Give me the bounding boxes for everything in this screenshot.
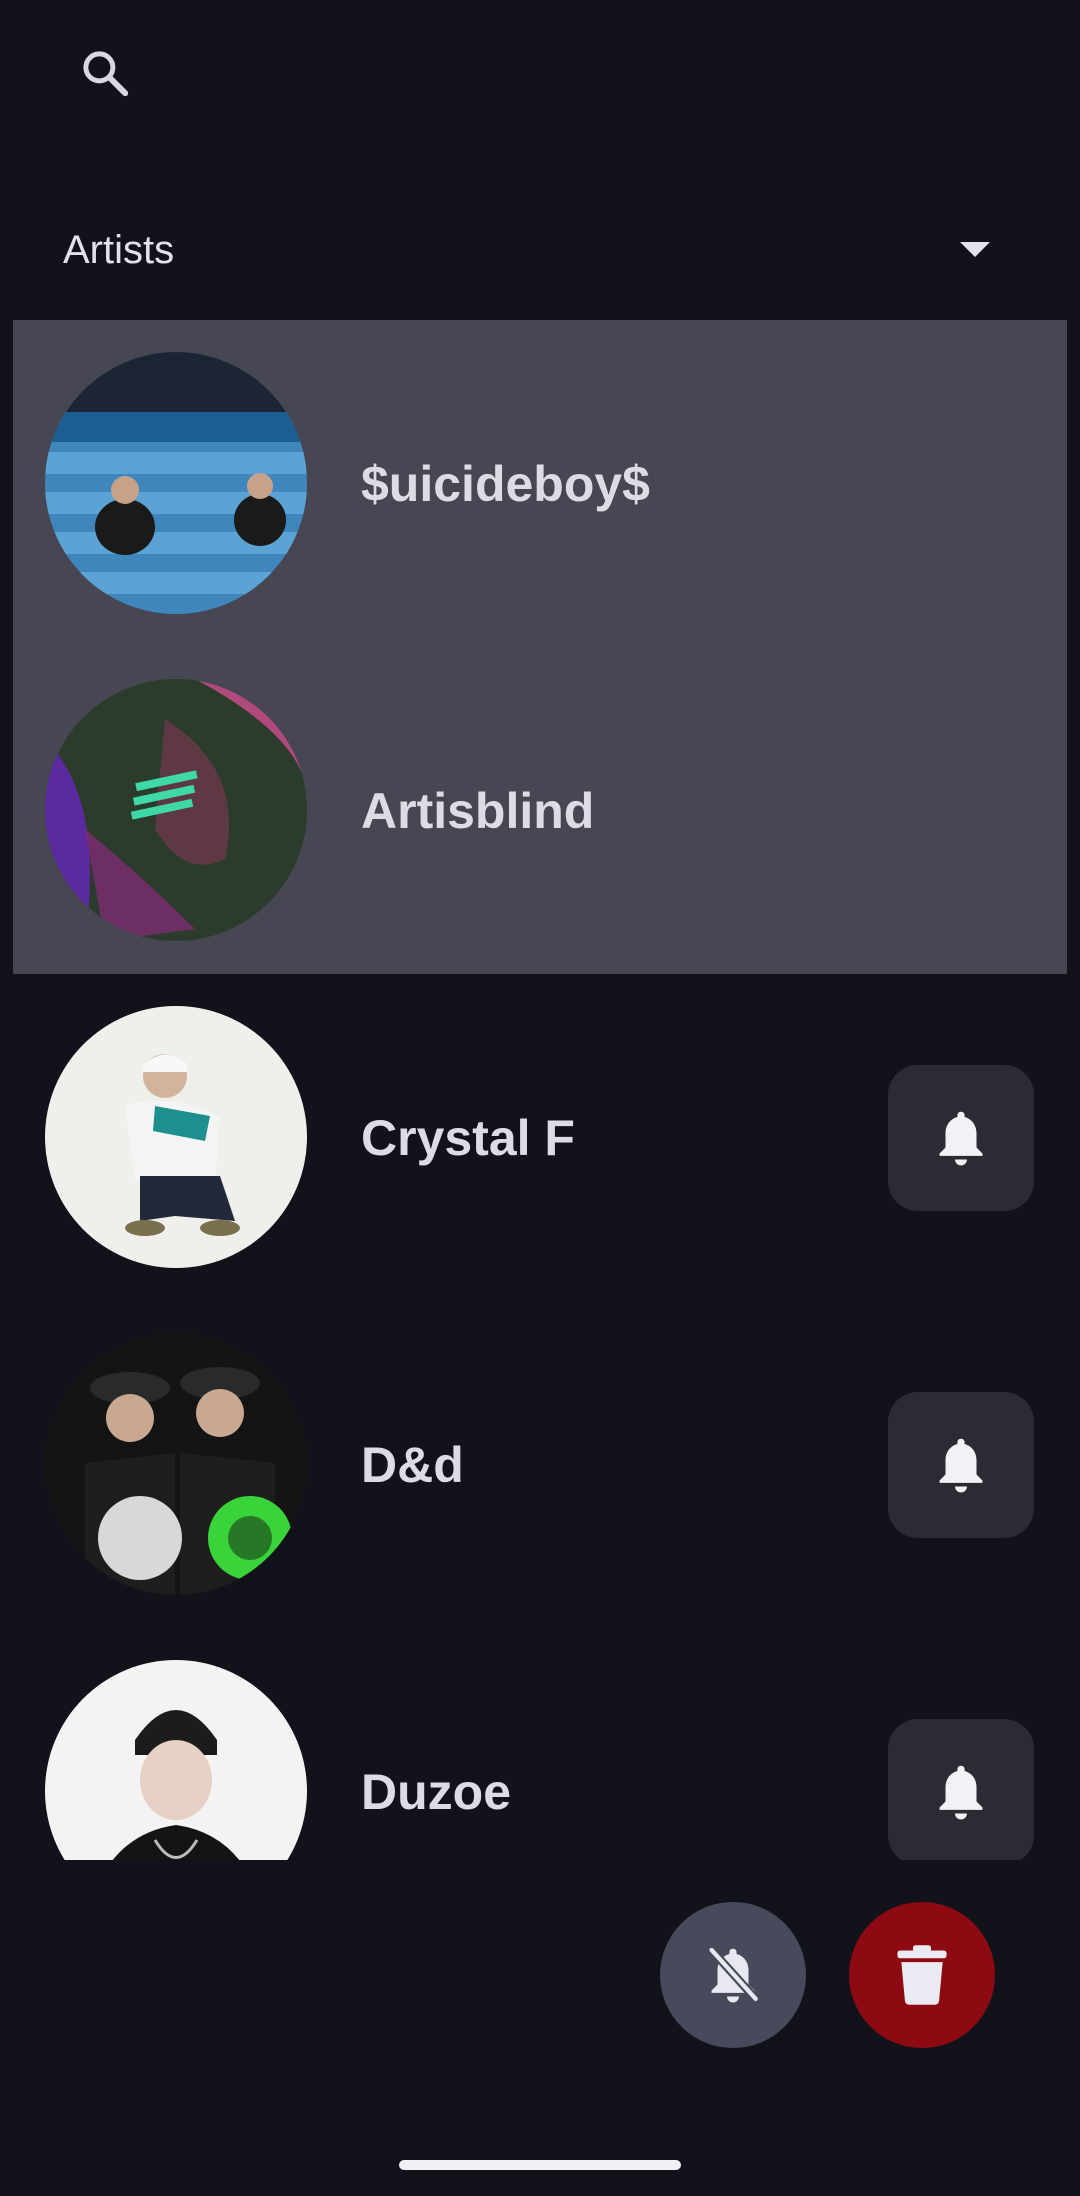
search-button[interactable]	[62, 30, 148, 116]
mute-selected-button[interactable]	[660, 1902, 806, 2048]
artist-row-artisblind[interactable]: Artisblind	[13, 647, 1067, 974]
artist-name: Duzoe	[361, 1763, 511, 1820]
artist-avatar	[45, 679, 307, 941]
home-indicator[interactable]	[399, 2160, 681, 2170]
artist-row-suicideboys[interactable]: $uicideboy$	[13, 320, 1067, 647]
artist-name: Crystal F	[361, 1109, 575, 1166]
bell-off-icon	[708, 1947, 759, 2003]
notification-bell-button[interactable]	[888, 1392, 1034, 1538]
artist-name: D&d	[361, 1436, 464, 1493]
artist-name: $uicideboy$	[361, 455, 650, 512]
artist-avatar	[45, 1660, 307, 1860]
artist-avatar	[45, 352, 307, 614]
search-icon	[83, 51, 129, 97]
delete-selected-button[interactable]	[849, 1902, 995, 2048]
trash-icon	[897, 1945, 947, 2005]
artist-row-dd[interactable]: D&d	[13, 1301, 1067, 1628]
bell-icon	[939, 1765, 983, 1820]
chevron-down-icon	[960, 242, 990, 257]
artist-name: Artisblind	[361, 782, 595, 839]
notification-bell-button[interactable]	[888, 1719, 1034, 1860]
artist-row-crystal-f[interactable]: Crystal F	[13, 974, 1067, 1301]
artist-avatar	[45, 1333, 307, 1595]
artist-row-duzoe[interactable]: Duzoe	[13, 1628, 1067, 1860]
bell-icon	[939, 1111, 983, 1166]
notification-bell-button[interactable]	[888, 1065, 1034, 1211]
artist-list[interactable]: $uicideboy$ Artisblind Crystal F D&d Duz…	[0, 320, 1080, 1860]
category-dropdown[interactable]: Artists	[0, 200, 1080, 300]
bell-icon	[939, 1438, 983, 1493]
category-dropdown-label: Artists	[63, 227, 175, 272]
artist-avatar	[45, 1006, 307, 1268]
